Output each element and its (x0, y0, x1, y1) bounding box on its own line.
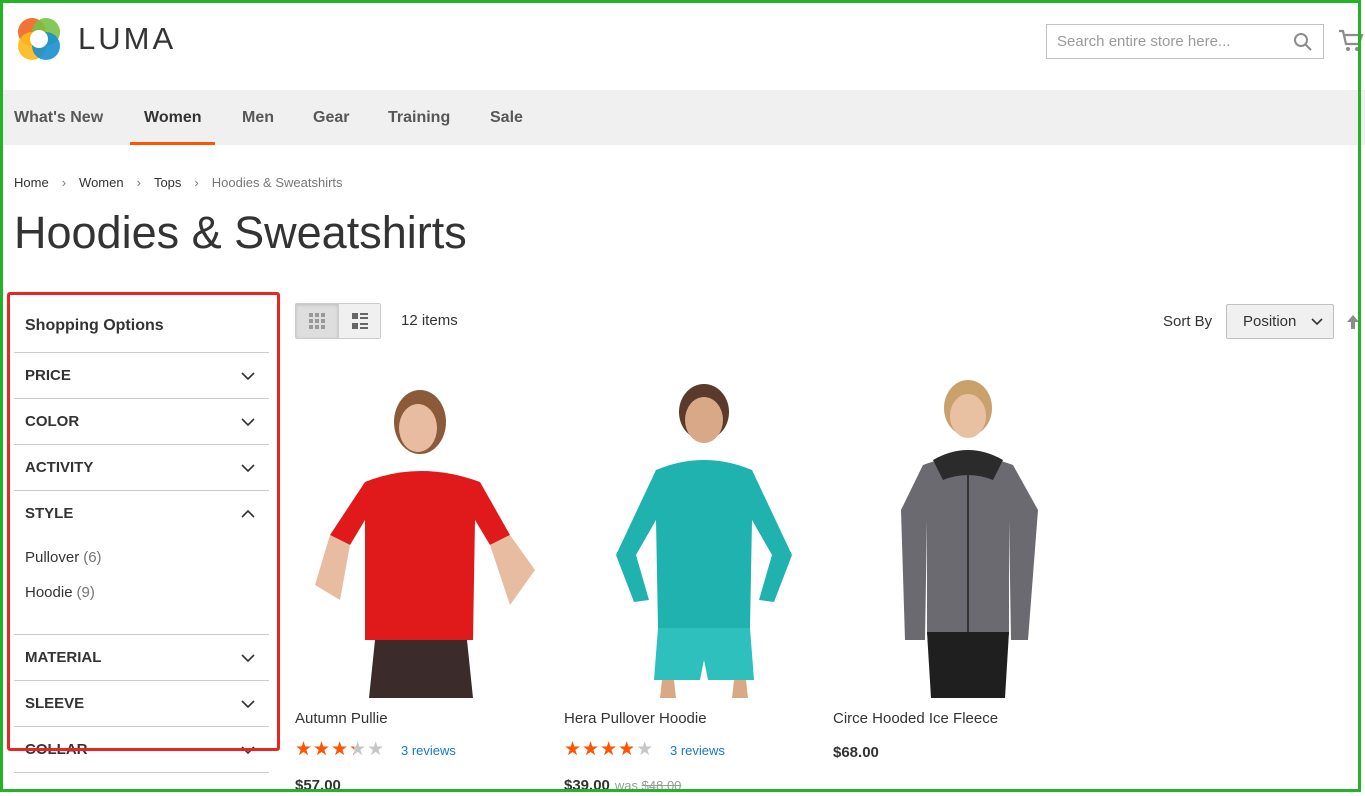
filter-style: STYLE Pullover (6) Hoodie (9) (14, 491, 269, 635)
breadcrumb: Home › Women › Tops › Hoodies & Sweatshi… (14, 175, 343, 190)
filter-option-pullover[interactable]: Pullover (6) (25, 540, 258, 575)
filter-label: SLEEVE (25, 695, 85, 712)
filter-activity: ACTIVITY (14, 445, 269, 491)
chevron-up-icon (241, 509, 255, 518)
breadcrumb-women[interactable]: Women (79, 175, 124, 190)
product-name[interactable]: Hera Pullover Hoodie (564, 710, 814, 730)
product-rating: ★★★★★ ★★★★★ 3 reviews (295, 738, 545, 760)
nav-men[interactable]: Men (242, 90, 274, 145)
filter-material: MATERIAL (14, 635, 269, 681)
filter-price-header[interactable]: PRICE (14, 353, 269, 398)
product-image[interactable] (833, 370, 1083, 698)
chevron-right-icon: › (194, 175, 199, 190)
option-count: (9) (76, 584, 95, 601)
filter-style-options: Pullover (6) Hoodie (9) (14, 536, 269, 634)
filter-activity-header[interactable]: ACTIVITY (14, 445, 269, 490)
nav-whats-new[interactable]: What's New (14, 90, 103, 145)
breadcrumb-current: Hoodies & Sweatshirts (211, 175, 343, 190)
option-label: Pullover (25, 549, 80, 566)
old-price: was $48.00 (615, 778, 682, 793)
was-label: was (614, 778, 639, 793)
rating-stars: ★★★★★ ★★★★★ (564, 738, 662, 760)
nav-training[interactable]: Training (388, 90, 450, 145)
shopping-options-title: Shopping Options (14, 300, 269, 353)
product-name[interactable]: Autumn Pullie (295, 710, 545, 730)
filter-material-header[interactable]: MATERIAL (14, 635, 269, 680)
reviews-link[interactable]: 3 reviews (401, 743, 456, 758)
search-input[interactable] (1057, 25, 1287, 58)
product-price: $68.00 (833, 744, 879, 761)
grid-view-button[interactable] (296, 304, 338, 338)
sort-select[interactable]: Position (1226, 304, 1334, 339)
filter-label: ACTIVITY (25, 459, 94, 476)
filter-label: COLOR (25, 413, 80, 430)
breadcrumb-tops[interactable]: Tops (154, 175, 181, 190)
filter-label: MATERIAL (25, 649, 102, 666)
sort-direction-arrow-icon[interactable] (1346, 314, 1360, 330)
page-title: Hoodies & Sweatshirts (14, 207, 467, 258)
nav-gear[interactable]: Gear (313, 90, 349, 145)
old-price-value: $48.00 (641, 778, 682, 793)
product-rating: ★★★★★ ★★★★★ 3 reviews (564, 738, 814, 760)
item-count: 12 items (401, 312, 458, 329)
filter-option-hoodie[interactable]: Hoodie (9) (25, 575, 258, 610)
product-item: Autumn Pullie ★★★★★ ★★★★★ 3 reviews $57.… (295, 370, 545, 794)
chevron-down-icon (241, 653, 255, 662)
price-box: $68.00 (833, 744, 1083, 761)
option-count: (6) (83, 549, 102, 566)
rating-stars: ★★★★★ ★★★★★ (295, 738, 393, 760)
nav-sale[interactable]: Sale (490, 90, 523, 145)
search-box (1046, 24, 1324, 59)
star-fill: ★★★★★ (295, 738, 354, 760)
price-box: $57.00 (295, 777, 545, 794)
list-view-button[interactable] (338, 304, 380, 338)
filter-color: COLOR (14, 399, 269, 445)
cart-icon[interactable] (1338, 28, 1364, 54)
filter-sidebar: Shopping Options PRICE COLOR ACTIVITY ST… (14, 300, 269, 773)
filter-style-header[interactable]: STYLE (14, 491, 269, 536)
star-fill: ★★★★★ (564, 738, 633, 760)
product-price: $57.00 (295, 777, 341, 794)
filter-label: COLLAR (25, 741, 88, 758)
price-box: $39.00 was $48.00 (564, 777, 814, 794)
chevron-down-icon (1311, 317, 1323, 325)
store-logo[interactable]: LUMA (14, 14, 176, 64)
chevron-right-icon: › (136, 175, 141, 190)
chevron-down-icon (241, 745, 255, 754)
filter-sleeve: SLEEVE (14, 681, 269, 727)
chevron-down-icon (241, 371, 255, 380)
filter-price: PRICE (14, 353, 269, 399)
grid-icon (309, 313, 325, 329)
product-price: $39.00 (564, 777, 610, 794)
chevron-right-icon: › (61, 175, 67, 190)
chevron-down-icon (241, 463, 255, 472)
list-icon (351, 313, 368, 329)
product-item: Hera Pullover Hoodie ★★★★★ ★★★★★ 3 revie… (564, 370, 814, 794)
filter-collar-header[interactable]: COLLAR (14, 727, 269, 772)
filter-color-header[interactable]: COLOR (14, 399, 269, 444)
filter-collar: COLLAR (14, 727, 269, 773)
filter-sleeve-header[interactable]: SLEEVE (14, 681, 269, 726)
product-image[interactable] (295, 370, 545, 698)
product-item: Circe Hooded Ice Fleece $68.00 (833, 370, 1083, 761)
sort-label: Sort By (1163, 313, 1213, 330)
sort-value: Position (1243, 313, 1297, 330)
product-name[interactable]: Circe Hooded Ice Fleece (833, 710, 1083, 730)
nav-women[interactable]: Women (129, 90, 217, 145)
view-mode-toggle (295, 303, 381, 339)
filter-label: PRICE (25, 367, 71, 384)
luma-logo-icon (18, 18, 60, 60)
chevron-down-icon (241, 699, 255, 708)
option-label: Hoodie (25, 584, 73, 601)
reviews-link[interactable]: 3 reviews (670, 743, 725, 758)
product-image[interactable] (564, 370, 814, 698)
filter-label: STYLE (25, 505, 74, 522)
chevron-down-icon (241, 417, 255, 426)
logo-text: LUMA (78, 21, 177, 56)
main-navigation: What's New Women Men Gear Training Sale (0, 90, 1365, 145)
page-header: LUMA (0, 0, 1365, 90)
search-icon[interactable] (1293, 32, 1313, 52)
breadcrumb-home[interactable]: Home (14, 175, 49, 190)
